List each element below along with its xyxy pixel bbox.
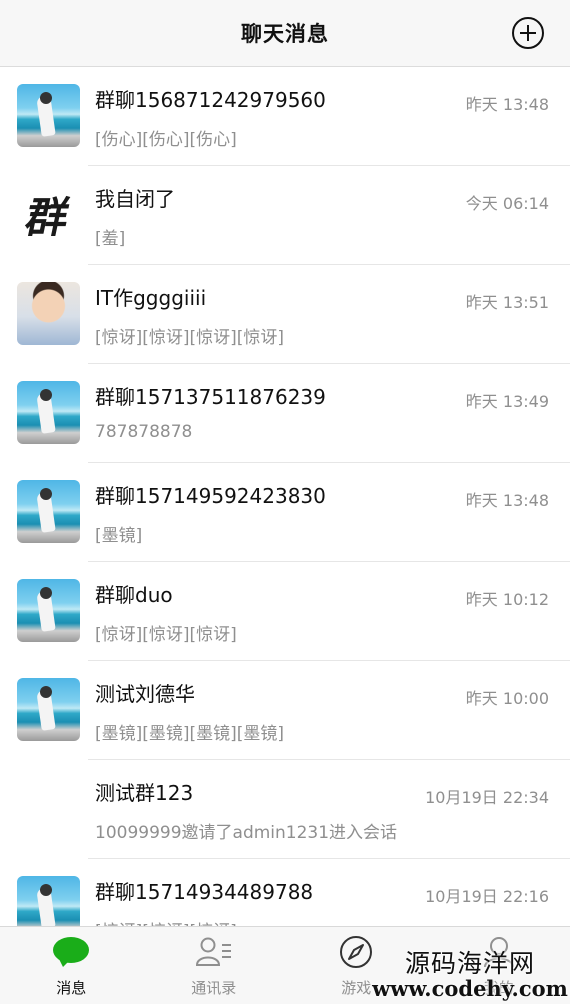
group-avatar [17, 678, 80, 741]
conversation-row[interactable]: 群 我自闭了 今天 06:14 [羞] [0, 166, 570, 265]
group-avatar: 群 [17, 183, 80, 246]
conversation-preview: 10099999邀请了admin1231进入会话 [95, 823, 398, 843]
conversation-time: 昨天 10:00 [465, 689, 549, 708]
compass-icon [336, 935, 376, 969]
tab-label: 通讯录 [191, 979, 237, 997]
group-avatar [17, 579, 80, 642]
conversation-time: 昨天 13:49 [465, 392, 549, 411]
conversation-row[interactable]: 群聊duo 昨天 10:12 [惊讶][惊讶][惊讶] [0, 562, 570, 661]
conversation-row[interactable]: 群聊157149592423830 昨天 13:48 [墨镜] [0, 463, 570, 562]
conversation-name: IT作ggggiiii [95, 286, 207, 310]
conversation-time: 昨天 13:48 [465, 491, 549, 510]
conversation-row[interactable]: 群聊157137511876239 昨天 13:49 787878878 [0, 364, 570, 463]
calligraphy-avatar-text: 群 [21, 193, 75, 242]
tab-label: 游戏 [341, 979, 372, 997]
conversation-row[interactable]: 测试刘德华 昨天 10:00 [墨镜][墨镜][墨镜][墨镜] [0, 661, 570, 760]
conversation-time: 今天 06:14 [465, 194, 549, 213]
tab-label: 我的 [483, 979, 514, 997]
top-nav-bar: 聊天消息 [0, 0, 570, 67]
conversation-time: 10月19日 22:16 [425, 887, 549, 906]
conversation-time: 10月19日 22:34 [425, 788, 549, 807]
conversation-time: 昨天 13:48 [465, 95, 549, 114]
group-avatar [17, 777, 80, 840]
plus-circle-icon[interactable] [512, 17, 544, 49]
tab-label: 消息 [56, 979, 87, 997]
conversation-name: 群聊156871242979560 [95, 88, 326, 112]
conversation-name: 群聊157149592423830 [95, 484, 326, 508]
conversation-time: 昨天 13:51 [465, 293, 549, 312]
tab-profile[interactable]: 我的 [428, 927, 570, 1004]
conversation-row[interactable]: 测试群123 10月19日 22:34 10099999邀请了admin1231… [0, 760, 570, 859]
conversation-name: 我自闭了 [95, 187, 175, 211]
group-avatar [17, 480, 80, 543]
conversation-preview: [惊讶][惊讶][惊讶][惊讶] [95, 328, 285, 348]
chat-bubble-icon [51, 935, 91, 969]
page-title: 聊天消息 [241, 22, 329, 46]
conversation-preview: 787878878 [95, 422, 193, 442]
conversation-list[interactable]: 群聊156871242979560 昨天 13:48 [伤心][伤心][伤心] … [0, 67, 570, 926]
conversation-preview: [墨镜] [95, 526, 143, 546]
conversation-preview: [惊讶][惊讶][惊讶] [95, 625, 237, 645]
conversation-preview: [墨镜][墨镜][墨镜][墨镜] [95, 724, 285, 744]
conversation-name: 群聊157137511876239 [95, 385, 326, 409]
contacts-icon [194, 935, 234, 969]
tab-contacts[interactable]: 通讯录 [143, 927, 286, 1004]
bottom-tab-bar: 消息 通讯录 游戏 我的 [0, 926, 570, 1004]
conversation-name: 测试群123 [95, 781, 194, 805]
conversation-preview: [惊讶][惊讶][惊讶] [95, 917, 237, 926]
group-avatar [17, 84, 80, 147]
conversation-name: 群聊duo [95, 583, 173, 607]
conversation-row[interactable]: 群聊156871242979560 昨天 13:48 [伤心][伤心][伤心] [0, 67, 570, 166]
group-avatar [17, 876, 80, 926]
conversation-preview: [羞] [95, 229, 126, 249]
conversation-name: 测试刘德华 [95, 682, 195, 706]
group-avatar [17, 381, 80, 444]
conversation-preview: [伤心][伤心][伤心] [95, 130, 237, 150]
conversation-name: 群聊15714934489788 [95, 880, 314, 904]
conversation-time: 昨天 10:12 [465, 590, 549, 609]
tab-games[interactable]: 游戏 [285, 927, 428, 1004]
conversation-row[interactable]: 群聊15714934489788 10月19日 22:16 [惊讶][惊讶][惊… [0, 859, 570, 926]
tab-messages[interactable]: 消息 [0, 927, 143, 1004]
user-avatar [17, 282, 80, 345]
conversation-row[interactable]: IT作ggggiiii 昨天 13:51 [惊讶][惊讶][惊讶][惊讶] [0, 265, 570, 364]
user-icon [479, 935, 519, 969]
